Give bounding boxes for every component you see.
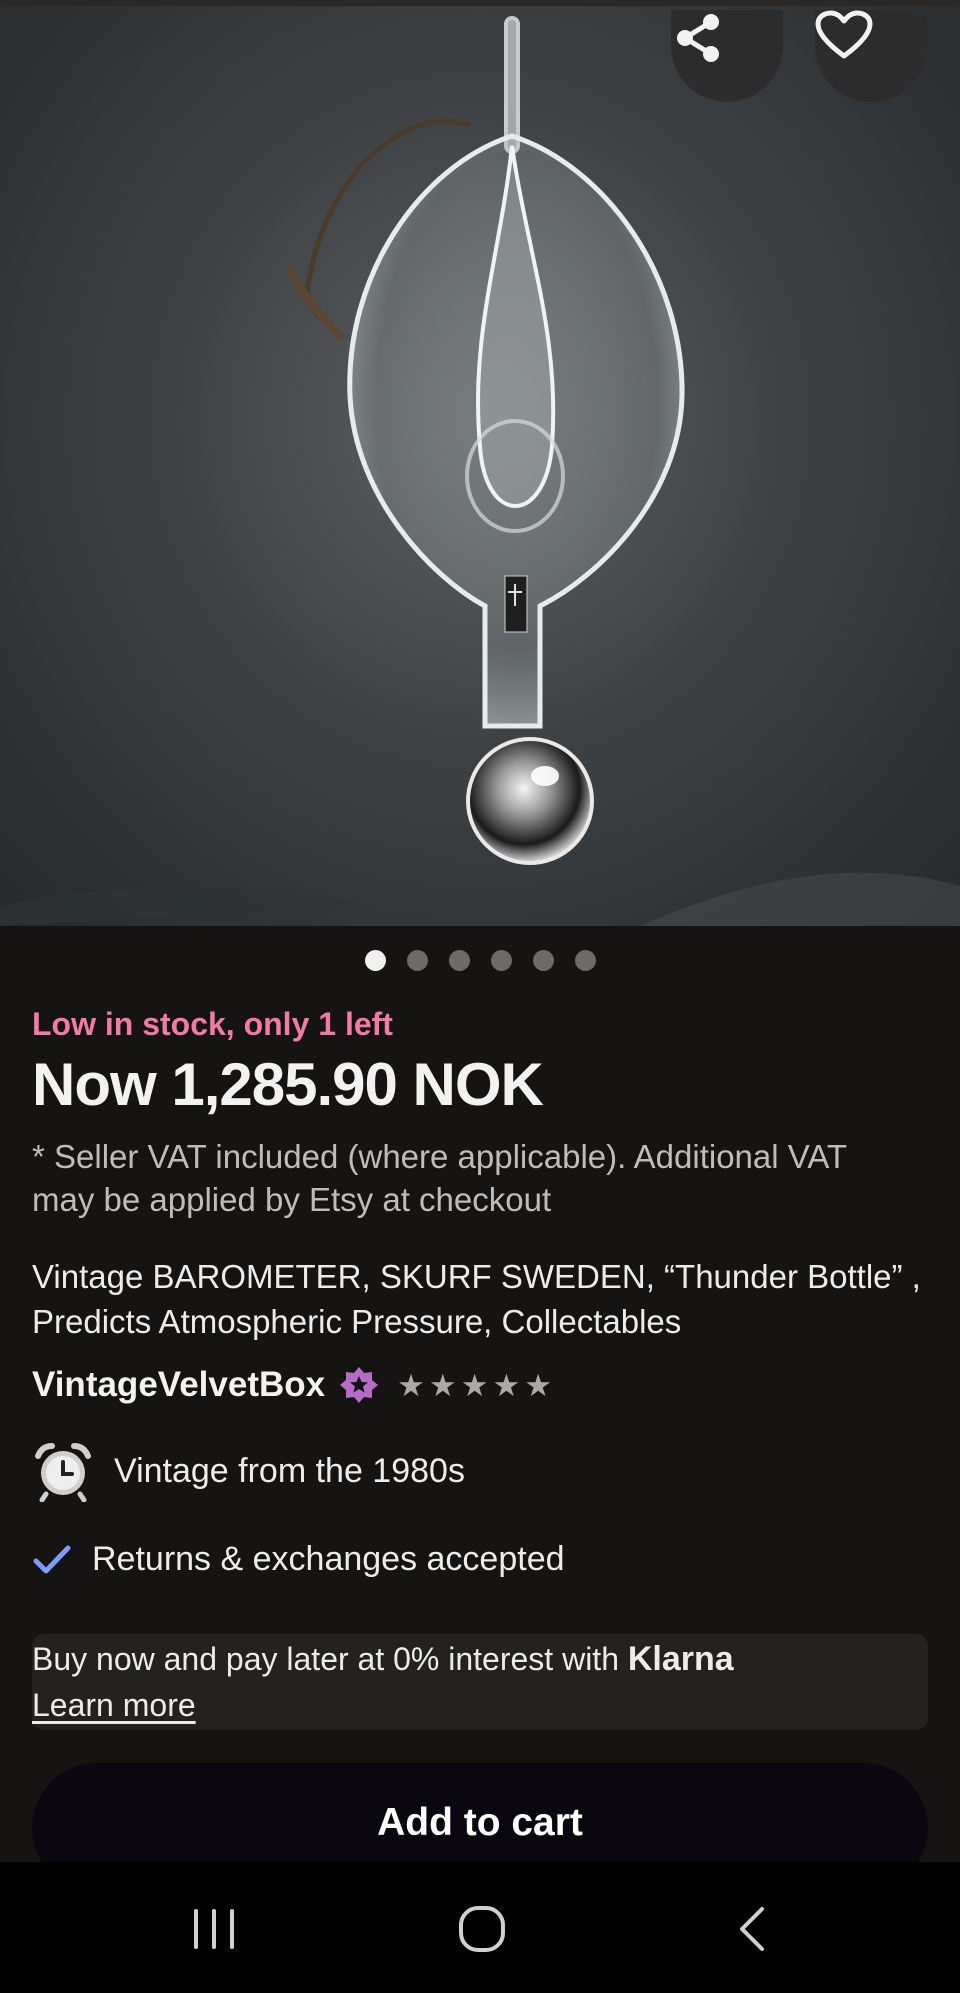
product-image[interactable] bbox=[0, 6, 960, 926]
seller-name[interactable]: VintageVelvetBox bbox=[32, 1365, 325, 1405]
rating-stars: ★ ★ ★ ★ ★ bbox=[397, 1370, 552, 1401]
checkmark-icon bbox=[33, 1545, 71, 1573]
klarna-promo: Buy now and pay later at 0% interest wit… bbox=[32, 1634, 928, 1730]
home-icon bbox=[459, 1906, 505, 1952]
carousel-dot[interactable] bbox=[532, 950, 554, 971]
carousel-dot[interactable] bbox=[574, 950, 596, 971]
star-icon: ★ bbox=[428, 1367, 457, 1403]
returns-label: Returns & exchanges accepted bbox=[92, 1540, 565, 1578]
barometer-illustration bbox=[0, 16, 960, 926]
klarna-text: Buy now and pay later at 0% interest wit… bbox=[32, 1641, 628, 1677]
share-icon bbox=[677, 14, 719, 62]
star-icon: ★ bbox=[492, 1367, 521, 1403]
carousel-dot[interactable] bbox=[448, 950, 470, 971]
heart-icon bbox=[815, 10, 873, 59]
star-icon: ★ bbox=[524, 1367, 553, 1403]
vat-note: * Seller VAT included (where applicable)… bbox=[32, 1138, 847, 1218]
alarm-clock-icon bbox=[35, 1443, 91, 1502]
seller-row[interactable]: VintageVelvetBox ★ ★ ★ ★ ★ bbox=[32, 1365, 552, 1405]
returns-feature: Returns & exchanges accepted bbox=[32, 1540, 565, 1579]
add-to-cart-label: Add to cart bbox=[377, 1801, 583, 1844]
carousel-dot[interactable] bbox=[406, 950, 428, 971]
price: Now 1,285.90 NOK bbox=[32, 1051, 544, 1118]
carousel-dots[interactable] bbox=[0, 950, 960, 971]
back-button[interactable] bbox=[692, 1894, 812, 1964]
learn-more-link[interactable]: Learn more bbox=[32, 1687, 196, 1724]
vintage-label: Vintage from the 1980s bbox=[114, 1451, 465, 1490]
recents-icon bbox=[194, 1909, 234, 1949]
vintage-feature: Vintage from the 1980s bbox=[32, 1440, 465, 1502]
star-seller-badge-icon bbox=[340, 1367, 379, 1403]
stock-notice: Low in stock, only 1 left bbox=[32, 1006, 393, 1042]
back-icon bbox=[740, 1907, 764, 1951]
star-icon: ★ bbox=[397, 1367, 425, 1403]
carousel-dot[interactable] bbox=[490, 950, 512, 971]
recents-button[interactable] bbox=[154, 1894, 274, 1964]
system-navbar bbox=[0, 1862, 960, 1993]
klarna-text-line: Buy now and pay later at 0% interest wit… bbox=[32, 1640, 734, 1679]
home-button[interactable] bbox=[422, 1894, 542, 1964]
star-icon: ★ bbox=[460, 1367, 489, 1403]
klarna-brand: Klarna bbox=[627, 1640, 734, 1678]
product-title: Vintage BAROMETER, SKURF SWEDEN, “Thunde… bbox=[32, 1258, 921, 1340]
carousel-dot[interactable] bbox=[364, 950, 386, 971]
